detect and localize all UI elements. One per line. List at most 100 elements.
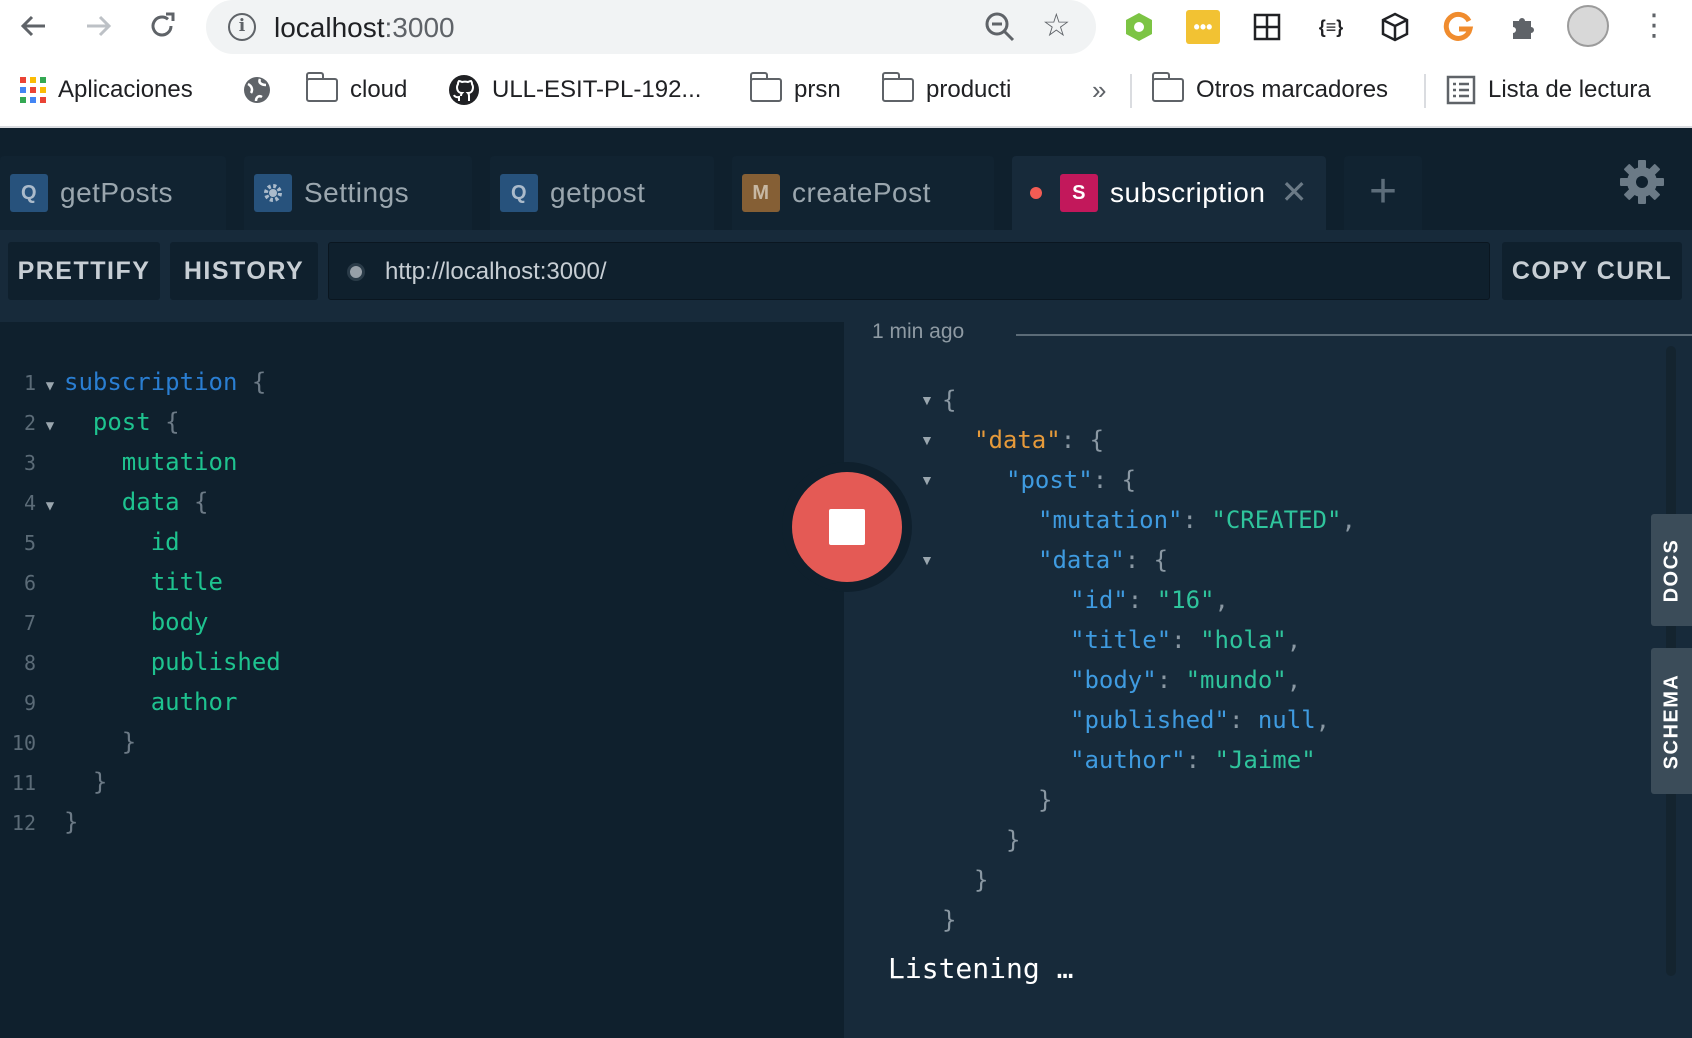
profile-avatar[interactable] bbox=[1566, 4, 1610, 48]
json-key: "body" bbox=[1070, 666, 1157, 694]
folder-icon bbox=[305, 72, 338, 102]
docs-tab[interactable]: DOCS bbox=[1651, 514, 1692, 626]
bookmark-aplicaciones[interactable]: Aplicaciones bbox=[20, 68, 193, 112]
bookmark-globe[interactable] bbox=[242, 68, 272, 112]
extension-hex-icon[interactable] bbox=[1120, 8, 1158, 46]
result-line: "data": { bbox=[1038, 546, 1169, 574]
query-editor[interactable]: 1 ▼ subscription { 2 ▼ post { 3 mutation 4 ▼… bbox=[0, 322, 844, 1038]
json-key: "mutation" bbox=[1038, 506, 1183, 534]
bookmark-prsn[interactable]: prsn bbox=[749, 68, 841, 112]
extension-cube-icon[interactable] bbox=[1376, 8, 1414, 46]
history-button[interactable]: HISTORY bbox=[170, 242, 318, 300]
tab-getposts[interactable]: Q getPosts bbox=[0, 156, 226, 230]
line-number: 6 bbox=[23, 571, 36, 595]
address-host: localhost bbox=[274, 12, 385, 43]
prettify-button[interactable]: PRETTIFY bbox=[8, 242, 160, 300]
json-value: "Jaime" bbox=[1214, 746, 1316, 774]
extension-g-icon[interactable] bbox=[1440, 8, 1478, 46]
bookmark-producti[interactable]: producti bbox=[881, 68, 1011, 112]
line-number: 10 bbox=[11, 731, 36, 755]
add-tab-button[interactable]: + bbox=[1344, 156, 1422, 230]
extensions-puzzle-icon[interactable] bbox=[1504, 8, 1542, 46]
result-timestamp: 1 min ago bbox=[872, 320, 965, 343]
editor-toolbar: PRETTIFY HISTORY http://localhost:3000/ … bbox=[0, 230, 1692, 322]
json-value: null bbox=[1257, 706, 1316, 734]
tab-label: getpost bbox=[550, 177, 646, 208]
copy-curl-button[interactable]: COPY CURL bbox=[1502, 242, 1682, 300]
json-key: "data" bbox=[1038, 546, 1125, 574]
bookmarks-divider bbox=[1130, 74, 1132, 108]
line-number: 3 bbox=[23, 451, 36, 475]
code-token: published bbox=[150, 648, 281, 676]
line-number: 1 bbox=[23, 371, 36, 395]
endpoint-url[interactable]: http://localhost:3000/ bbox=[385, 258, 606, 286]
address-url[interactable]: localhost:3000 bbox=[274, 12, 455, 44]
code-line: 9 author bbox=[0, 682, 237, 722]
json-value: "hola" bbox=[1200, 626, 1287, 654]
docs-tab-label: DOCS bbox=[1660, 538, 1683, 602]
bookmark-otros-marcadores[interactable]: Otros marcadores bbox=[1151, 68, 1389, 112]
endpoint-input[interactable]: http://localhost:3000/ bbox=[328, 242, 1490, 300]
extension-dots-icon[interactable]: ••• bbox=[1184, 8, 1222, 46]
browser-menu-icon[interactable]: ⋮ bbox=[1636, 10, 1672, 46]
bookmarks-overflow-button[interactable]: » bbox=[1092, 68, 1106, 112]
json-key: "title" bbox=[1070, 626, 1172, 654]
folder-icon bbox=[1151, 72, 1184, 102]
reload-icon[interactable] bbox=[142, 6, 182, 46]
json-key: "data" bbox=[974, 426, 1061, 454]
back-icon[interactable] bbox=[14, 6, 54, 46]
close-tab-icon[interactable]: ✕ bbox=[1281, 176, 1308, 208]
forward-icon[interactable] bbox=[78, 6, 118, 46]
json-value: "16" bbox=[1156, 586, 1215, 614]
bookmark-label: Otros marcadores bbox=[1196, 76, 1389, 103]
extension-json-icon[interactable]: {≡} bbox=[1312, 8, 1350, 46]
code-line: 11 } bbox=[0, 762, 107, 802]
fold-arrow-icon[interactable]: ▼ bbox=[36, 366, 64, 406]
result-line: "body": "mundo", bbox=[1070, 666, 1302, 694]
browser-toolbar: i localhost:3000 ☆ ••• {≡} ⋮ bbox=[0, 0, 1692, 54]
reading-list-button[interactable]: Lista de lectura bbox=[1446, 68, 1651, 112]
fold-arrow-icon[interactable]: ▼ bbox=[36, 406, 64, 446]
bookmark-ull-esit[interactable]: ULL-ESIT-PL-192... bbox=[448, 68, 701, 112]
code-token: subscription bbox=[64, 368, 238, 396]
result-line: } bbox=[942, 906, 957, 934]
tab-getpost[interactable]: Q getpost bbox=[490, 156, 714, 230]
line-number: 5 bbox=[23, 531, 36, 555]
result-line: } bbox=[1038, 786, 1053, 814]
bookmark-label: Aplicaciones bbox=[58, 76, 193, 103]
code-token: post bbox=[92, 408, 151, 436]
code-token: title bbox=[150, 568, 223, 596]
tab-createpost[interactable]: M createPost bbox=[732, 156, 994, 230]
bookmarks-bar: Aplicaciones cloud ULL-ESIT-PL-192... pr… bbox=[0, 68, 1692, 112]
stop-subscription-button[interactable] bbox=[782, 462, 912, 592]
code-line: 6 title bbox=[0, 562, 223, 602]
bookmark-star-icon[interactable]: ☆ bbox=[1042, 6, 1071, 44]
mutation-badge: M bbox=[742, 174, 780, 212]
result-line: "data": { bbox=[974, 426, 1105, 454]
fold-arrow-icon[interactable]: ▼ bbox=[920, 392, 934, 408]
site-info-icon[interactable]: i bbox=[228, 13, 256, 41]
json-value: "CREATED" bbox=[1211, 506, 1342, 534]
timestamp-divider bbox=[1016, 334, 1692, 336]
code-line: 10 } bbox=[0, 722, 136, 762]
code-line: 1 ▼ subscription { bbox=[0, 362, 266, 402]
bookmark-cloud[interactable]: cloud bbox=[305, 68, 407, 112]
fold-arrow-icon[interactable]: ▼ bbox=[36, 486, 64, 526]
line-number: 2 bbox=[23, 411, 36, 435]
extension-grid-icon[interactable] bbox=[1248, 8, 1286, 46]
tab-settings[interactable]: Settings bbox=[244, 156, 472, 230]
json-key: "id" bbox=[1070, 586, 1128, 614]
schema-tab-label: SCHEMA bbox=[1660, 673, 1683, 769]
fold-arrow-icon[interactable]: ▼ bbox=[920, 472, 934, 488]
result-viewer[interactable]: 1 min ago ▼ ▼ ▼ ▼ { "data": { "post": { … bbox=[844, 320, 1692, 1038]
schema-tab[interactable]: SCHEMA bbox=[1651, 648, 1692, 794]
zoom-icon[interactable] bbox=[982, 9, 1018, 45]
subscription-badge: S bbox=[1060, 174, 1098, 212]
tab-subscription[interactable]: S subscription ✕ bbox=[1012, 156, 1326, 230]
fold-arrow-icon[interactable]: ▼ bbox=[920, 432, 934, 448]
settings-gear-icon[interactable] bbox=[1618, 158, 1666, 206]
result-line: "mutation": "CREATED", bbox=[1038, 506, 1356, 534]
fold-arrow-icon[interactable]: ▼ bbox=[920, 552, 934, 568]
address-bar[interactable]: i localhost:3000 ☆ bbox=[206, 0, 1096, 54]
code-token: mutation bbox=[121, 448, 238, 476]
